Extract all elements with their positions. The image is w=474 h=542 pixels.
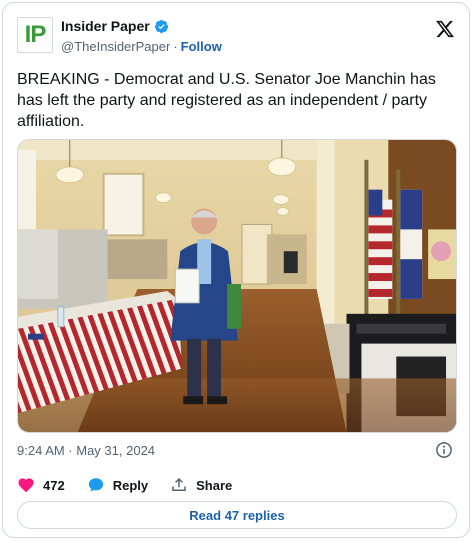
verified-badge-icon: [154, 19, 168, 33]
tweet-timestamp[interactable]: 9:24 AM · May 31, 2024: [17, 443, 155, 458]
share-label: Share: [196, 477, 233, 493]
info-icon[interactable]: [435, 441, 453, 459]
avatar-logo-text: IP: [24, 21, 47, 48]
author-display-name: Insider Paper: [61, 18, 150, 34]
share-button[interactable]: Share: [170, 476, 232, 494]
tweet-card: IP Insider Paper @TheInsiderPaper · Follow…: [2, 2, 470, 538]
like-count: 472: [43, 477, 65, 493]
like-button[interactable]: 472: [17, 476, 65, 494]
reply-button[interactable]: Reply: [87, 476, 148, 494]
x-logo-icon[interactable]: [435, 19, 455, 39]
heart-icon: [18, 478, 34, 493]
tweet-header: IP Insider Paper @TheInsiderPaper · Follow: [17, 17, 461, 61]
reply-label: Reply: [112, 477, 149, 493]
author-avatar[interactable]: IP: [17, 17, 53, 53]
separator-dot: ·: [173, 39, 178, 54]
author-display-name-row[interactable]: Insider Paper: [61, 18, 222, 34]
author-handle-row: @TheInsiderPaper · Follow: [61, 39, 222, 54]
read-replies-button[interactable]: Read 47 replies: [17, 501, 457, 529]
share-icon: [172, 477, 186, 491]
tweet-photo[interactable]: [17, 139, 457, 433]
tweet-text: BREAKING - Democrat and U.S. Senator Joe…: [17, 71, 436, 130]
reply-bubble-icon: [88, 478, 103, 492]
author-names: Insider Paper @TheInsiderPaper · Follow: [61, 18, 222, 54]
follow-button[interactable]: Follow: [181, 39, 222, 54]
author-handle[interactable]: @TheInsiderPaper: [61, 39, 170, 54]
engagement-bar: 472 Reply Share: [17, 475, 232, 495]
